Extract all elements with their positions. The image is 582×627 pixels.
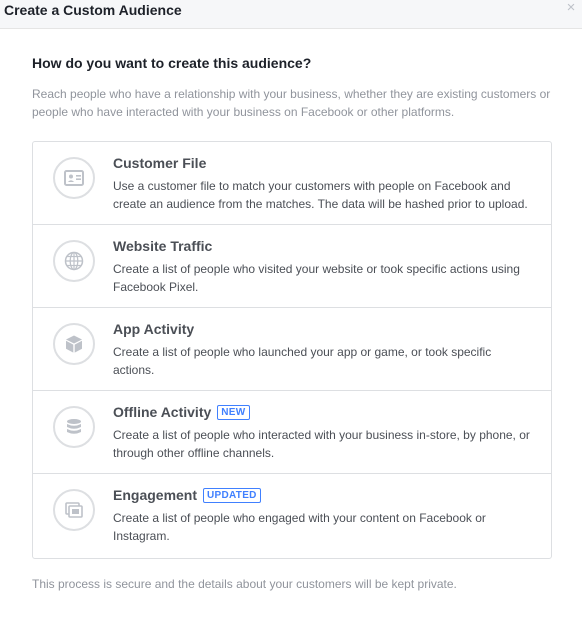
option-customer-file[interactable]: Customer File Use a customer file to mat… [33,142,551,225]
option-offline-activity[interactable]: Offline Activity NEW Create a list of peo… [33,391,551,474]
dialog-title: Create a Custom Audience [4,2,182,18]
create-custom-audience-dialog: Create a Custom Audience × How do you wa… [0,0,582,627]
cube-icon [53,323,95,365]
audience-options-list: Customer File Use a customer file to mat… [32,141,552,559]
dialog-header: Create a Custom Audience × [0,0,582,29]
option-title: Customer File [113,155,207,171]
intro-text: Reach people who have a relationship wit… [32,87,551,119]
option-description: Create a list of people who interacted w… [113,428,530,460]
database-icon [53,406,95,448]
contact-card-icon [53,157,95,199]
option-description: Use a customer file to match your custom… [113,179,528,211]
option-title: Website Traffic [113,238,213,254]
option-app-activity[interactable]: App Activity Create a list of people who… [33,308,551,391]
new-badge: NEW [217,405,250,420]
option-title: Offline Activity NEW [113,404,250,421]
option-engagement[interactable]: Engagement UPDATED Create a list of peopl… [33,474,551,558]
option-description: Create a list of people who launched you… [113,345,492,377]
privacy-note: This process is secure and the details a… [32,577,457,591]
updated-badge: UPDATED [203,488,261,503]
option-description: Create a list of people who visited your… [113,262,520,294]
close-button[interactable]: × [564,0,578,16]
option-title: Engagement UPDATED [113,487,261,504]
globe-icon [53,240,95,282]
question-heading: How do you want to create this audience? [32,55,312,71]
option-title: App Activity [113,321,195,337]
option-description: Create a list of people who engaged with… [113,511,486,543]
option-website-traffic[interactable]: Website Traffic Create a list of people … [33,225,551,308]
stacked-cards-icon [53,489,95,531]
